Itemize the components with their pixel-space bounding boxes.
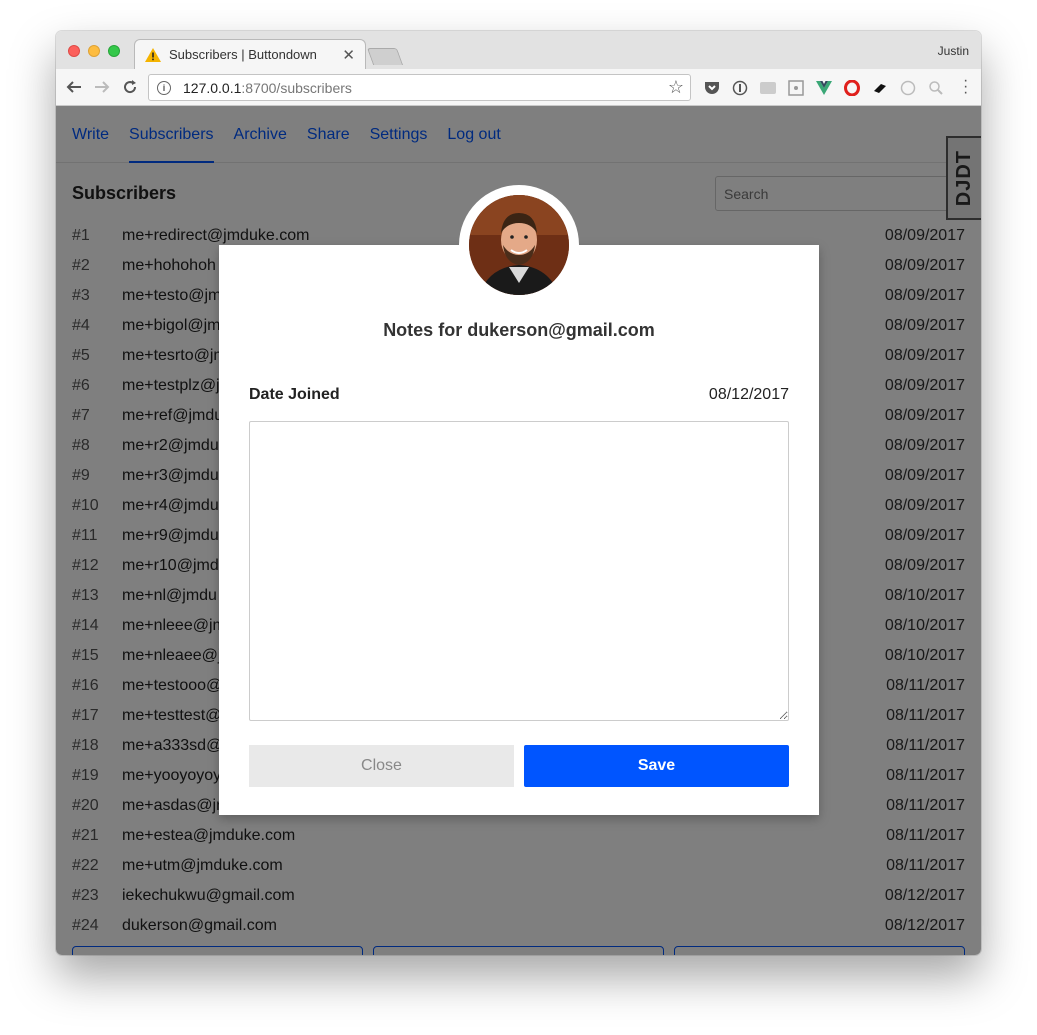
forward-icon[interactable] bbox=[89, 74, 115, 100]
address-bar[interactable]: i 127.0.0.1:8700/subscribers ☆ bbox=[148, 74, 691, 101]
save-button[interactable]: Save bbox=[524, 745, 789, 787]
browser-window: Subscribers | Buttondown ✕ Justin i 127.… bbox=[56, 31, 981, 955]
profile-name[interactable]: Justin bbox=[938, 44, 969, 58]
window-controls bbox=[68, 45, 120, 57]
browser-menu-icon[interactable]: · · · bbox=[963, 73, 968, 101]
minimize-window-button[interactable] bbox=[88, 45, 100, 57]
new-tab-button[interactable] bbox=[366, 48, 404, 65]
avatar-frame bbox=[459, 185, 579, 305]
close-window-button[interactable] bbox=[68, 45, 80, 57]
extension-icon[interactable] bbox=[869, 77, 891, 99]
bookmark-star-icon[interactable]: ☆ bbox=[668, 77, 684, 98]
circle-extension-icon[interactable] bbox=[897, 77, 919, 99]
url-host: 127.0.0.1 bbox=[183, 79, 242, 96]
cast-icon[interactable] bbox=[757, 77, 779, 99]
browser-toolbar: i 127.0.0.1:8700/subscribers ☆ · · · bbox=[56, 69, 981, 106]
react-devtools-icon[interactable] bbox=[785, 77, 807, 99]
title-bar: Subscribers | Buttondown ✕ Justin bbox=[56, 31, 981, 69]
inspector-icon[interactable] bbox=[925, 77, 947, 99]
date-joined-label: Date Joined bbox=[249, 386, 340, 403]
tab-title: Subscribers | Buttondown bbox=[169, 47, 317, 62]
back-icon[interactable] bbox=[61, 74, 87, 100]
close-button[interactable]: Close bbox=[249, 745, 514, 787]
page-content: Write Subscribers Archive Share Settings… bbox=[56, 106, 981, 955]
browser-tab[interactable]: Subscribers | Buttondown ✕ bbox=[134, 39, 366, 69]
opera-icon[interactable] bbox=[841, 77, 863, 99]
date-joined-value: 08/12/2017 bbox=[708, 386, 789, 403]
extensions-bar bbox=[701, 77, 947, 99]
onepassword-icon[interactable] bbox=[729, 77, 751, 99]
url-path: :8700/subscribers bbox=[241, 79, 352, 96]
warning-icon bbox=[145, 47, 161, 62]
notes-modal: Notes for dukerson@gmail.com Date Joined… bbox=[219, 245, 819, 815]
pocket-icon[interactable] bbox=[701, 77, 723, 99]
maximize-window-button[interactable] bbox=[108, 45, 120, 57]
info-icon[interactable]: i bbox=[157, 80, 171, 95]
vue-devtools-icon[interactable] bbox=[813, 77, 835, 99]
notes-textarea[interactable] bbox=[249, 421, 789, 721]
close-tab-icon[interactable]: ✕ bbox=[342, 46, 355, 64]
reload-icon[interactable] bbox=[117, 74, 143, 100]
modal-title: Notes for dukerson@gmail.com bbox=[383, 320, 655, 340]
avatar bbox=[469, 195, 569, 295]
